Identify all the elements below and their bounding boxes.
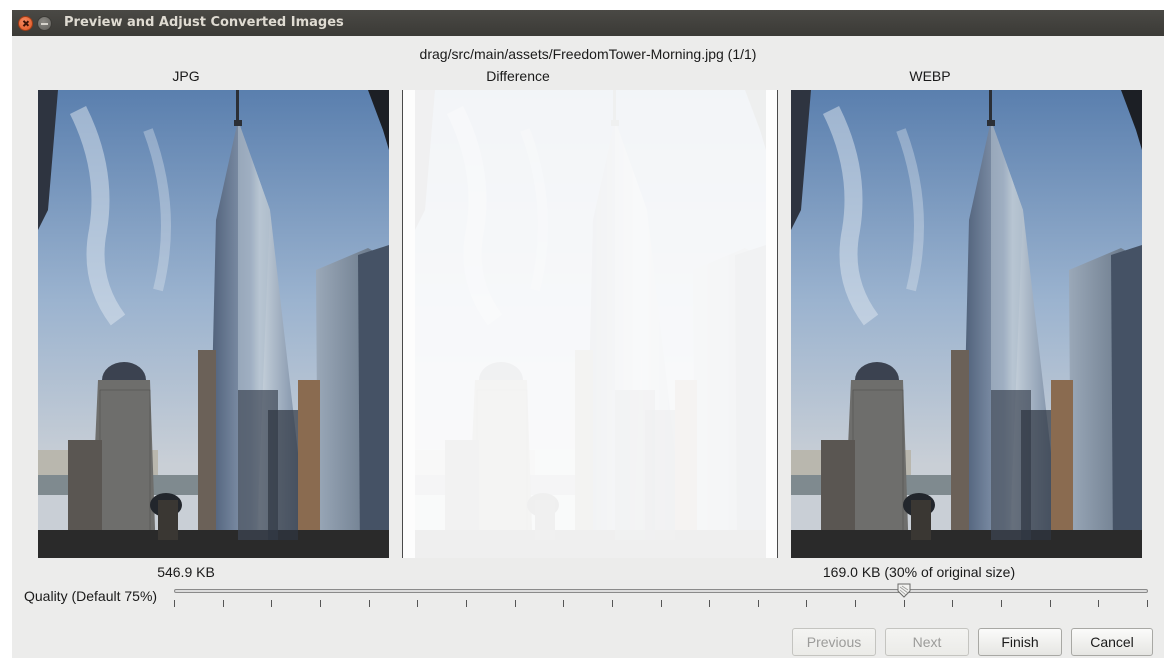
- quality-slider-tick: [952, 600, 953, 607]
- previous-button[interactable]: Previous: [792, 628, 876, 656]
- quality-slider-tick: [612, 600, 613, 607]
- quality-slider-tick: [417, 600, 418, 607]
- window-title: Preview and Adjust Converted Images: [64, 15, 344, 30]
- quality-slider-tick: [515, 600, 516, 607]
- difference-image: [402, 90, 778, 558]
- quality-slider-tick: [320, 600, 321, 607]
- converted-size-label: 169.0 KB (30% of original size): [822, 564, 1016, 580]
- title-bar[interactable]: Preview and Adjust Converted Images: [12, 10, 1164, 36]
- quality-slider-tick: [1050, 600, 1051, 607]
- quality-slider-thumb[interactable]: [897, 583, 911, 598]
- quality-slider-tick: [1098, 600, 1099, 607]
- quality-slider-tick: [466, 600, 467, 607]
- quality-slider-tick: [271, 600, 272, 607]
- quality-slider-tick: [1001, 600, 1002, 607]
- webp-preview-image: [791, 90, 1142, 558]
- quality-slider-tick: [904, 600, 905, 607]
- quality-slider-tick: [563, 600, 564, 607]
- quality-slider-tick: [758, 600, 759, 607]
- original-size-label: 546.9 KB: [157, 564, 215, 580]
- close-icon[interactable]: [18, 16, 33, 31]
- quality-slider-tick: [174, 600, 175, 607]
- quality-slider-tick: [855, 600, 856, 607]
- quality-slider-tick: [223, 600, 224, 607]
- dialog-window: Preview and Adjust Converted Images drag…: [12, 10, 1164, 658]
- jpg-column-label: JPG: [172, 68, 200, 84]
- quality-slider-tick: [369, 600, 370, 607]
- quality-slider-tick: [661, 600, 662, 607]
- minimize-icon[interactable]: [37, 16, 52, 31]
- difference-column-label: Difference: [486, 68, 550, 84]
- quality-slider-tick: [1147, 600, 1148, 607]
- file-path-label: drag/src/main/assets/FreedomTower-Mornin…: [419, 46, 757, 62]
- cancel-button[interactable]: Cancel: [1071, 628, 1153, 656]
- webp-column-label: WEBP: [909, 68, 951, 84]
- quality-slider[interactable]: [174, 580, 1148, 620]
- quality-slider-track[interactable]: [174, 589, 1148, 593]
- quality-slider-tick: [709, 600, 710, 607]
- next-button[interactable]: Next: [885, 628, 969, 656]
- finish-button[interactable]: Finish: [978, 628, 1062, 656]
- quality-slider-tick: [806, 600, 807, 607]
- quality-label: Quality (Default 75%): [24, 588, 158, 604]
- jpg-preview-image: [38, 90, 389, 558]
